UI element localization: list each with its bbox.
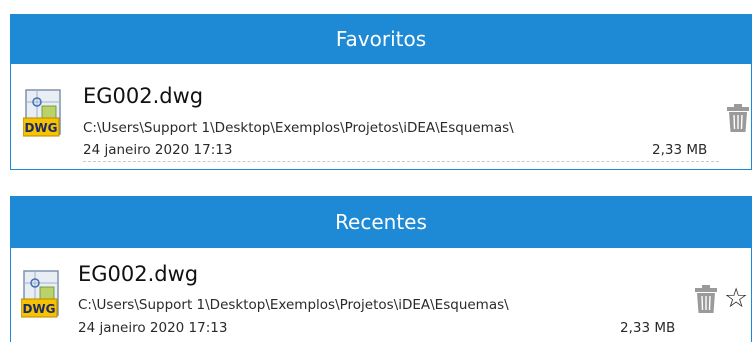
recents-header: Recentes	[11, 197, 751, 248]
trash-icon[interactable]	[695, 285, 717, 313]
favorite-file-date: 24 janeiro 2020 17:13	[83, 142, 233, 158]
favorites-title: Favoritos	[335, 27, 427, 51]
favorite-file-item[interactable]: DWG EG002.dwg C:\Users\Support 1\Desktop…	[11, 64, 751, 169]
favorite-file-path: C:\Users\Support 1\Desktop\Exemplos\Proj…	[83, 120, 514, 136]
recent-file-date: 24 janeiro 2020 17:13	[78, 320, 228, 336]
dwg-label: DWG	[22, 302, 55, 316]
recent-file-path: C:\Users\Support 1\Desktop\Exemplos\Proj…	[78, 297, 509, 313]
favorite-file-size: 2,33 MB	[652, 142, 708, 158]
recent-file-item[interactable]: DWG EG002.dwg C:\Users\Support 1\Desktop…	[11, 248, 751, 342]
trash-icon[interactable]	[727, 104, 749, 132]
recents-title: Recentes	[335, 210, 427, 234]
dwg-file-icon: DWG	[21, 270, 59, 318]
favorites-header: Favoritos	[11, 15, 751, 64]
favorite-divider	[83, 161, 719, 162]
star-icon[interactable]: ☆	[724, 285, 748, 312]
recent-file-name[interactable]: EG002.dwg	[78, 262, 198, 286]
recents-panel: Recentes DWG EG002.dwg C:\Users\Support …	[10, 196, 752, 342]
favorite-file-name[interactable]: EG002.dwg	[83, 84, 203, 108]
dwg-label: DWG	[24, 121, 57, 135]
favorites-panel: Favoritos DWG EG002.dwg C:\Users\Support…	[10, 14, 752, 170]
recent-file-size: 2,33 MB	[620, 320, 676, 336]
dwg-file-icon: DWG	[23, 89, 61, 137]
